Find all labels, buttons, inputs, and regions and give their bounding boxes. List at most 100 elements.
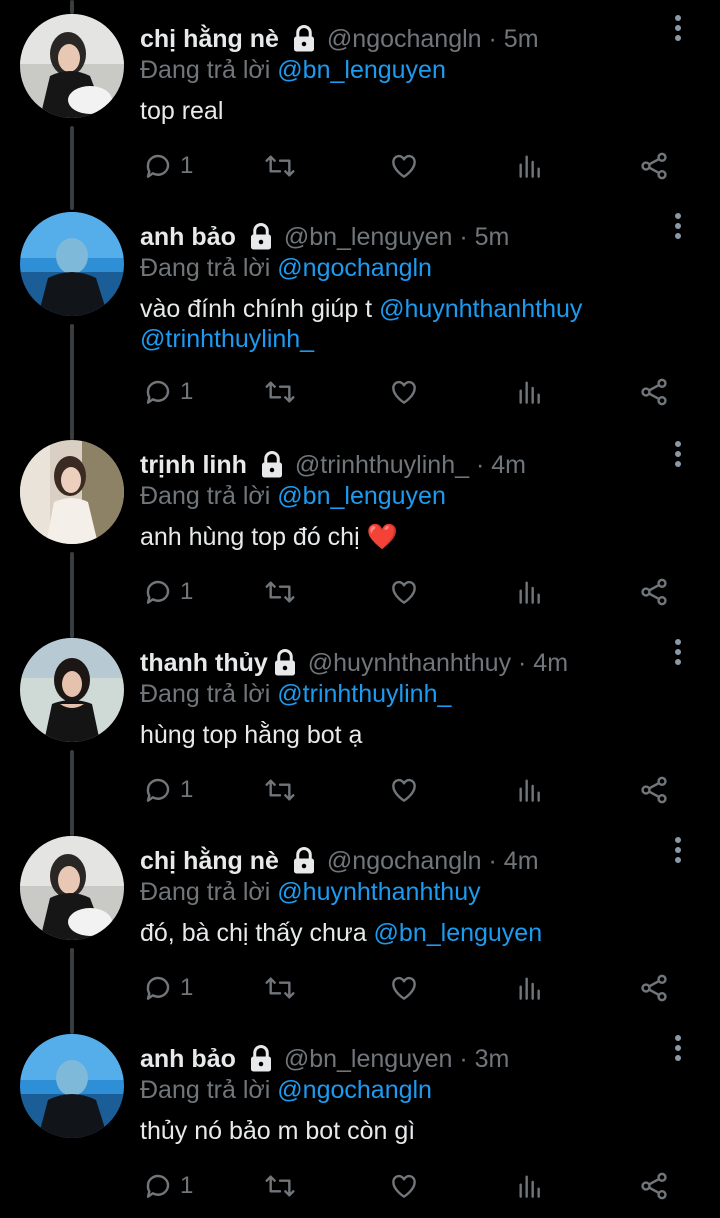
reply-icon (146, 154, 170, 178)
display-name[interactable]: anh bảo (140, 223, 236, 252)
lock-icon (246, 1044, 276, 1074)
user-handle[interactable]: @bn_lenguyen (284, 223, 453, 252)
tweet-text-body: thủy nó bảo m bot còn gì (140, 1117, 416, 1145)
views-button[interactable] (514, 374, 546, 410)
user-handle[interactable]: @huynhthanhthuy (308, 649, 511, 678)
tweet-actions: 1 (140, 374, 680, 410)
tweet[interactable]: anh bảo @bn_lenguyen · 3m Đang trả lời @… (0, 1020, 720, 1218)
replying-prefix: Đang trả lời (140, 482, 271, 510)
reply-to-mention[interactable]: @huynhthanhthuy (277, 878, 480, 906)
bar-chart-icon (519, 1175, 540, 1198)
retweet-button[interactable] (264, 574, 296, 610)
heart-icon (392, 1174, 416, 1198)
share-button[interactable] (638, 970, 670, 1006)
display-name[interactable]: thanh thủy (140, 649, 268, 678)
reply-button[interactable]: 1 (142, 970, 193, 1006)
replying-to: Đang trả lời @bn_lenguyen (140, 56, 446, 85)
reply-count: 1 (180, 578, 194, 605)
replying-to: Đang trả lời @trinhthuylinh_ (140, 680, 451, 709)
display-name[interactable]: anh bảo (140, 1045, 236, 1074)
views-button[interactable] (514, 772, 546, 808)
tweet[interactable]: trịnh linh @trinhthuylinh_ · 4m Đang trả… (0, 426, 720, 624)
like-button[interactable] (388, 772, 420, 808)
share-icon (641, 378, 667, 406)
reply-button[interactable]: 1 (142, 374, 193, 410)
share-icon (641, 152, 667, 180)
retweet-icon (265, 155, 295, 177)
share-icon (641, 974, 667, 1002)
tweet-text: top real (140, 96, 680, 126)
text-mention[interactable]: @trinhthuylinh_ (140, 325, 314, 353)
tweet-text: hùng top hằng bot ạ (140, 720, 680, 750)
share-button[interactable] (638, 148, 670, 184)
more-options-icon[interactable] (666, 634, 690, 670)
reply-button[interactable]: 1 (142, 148, 193, 184)
user-handle[interactable]: @trinhthuylinh_ (295, 451, 469, 480)
replying-to: Đang trả lời @huynhthanhthuy (140, 878, 481, 907)
more-options-icon[interactable] (666, 1030, 690, 1066)
lock-icon (289, 24, 319, 54)
tweet[interactable]: thanh thủy @huynhthanhthuy · 4m Đang trả… (0, 624, 720, 822)
replying-prefix: Đang trả lời (140, 878, 271, 906)
user-handle[interactable]: @ngochangln (327, 847, 482, 876)
avatar[interactable] (20, 14, 124, 118)
views-button[interactable] (514, 1168, 546, 1204)
like-button[interactable] (388, 574, 420, 610)
like-button[interactable] (388, 148, 420, 184)
text-mention[interactable]: @bn_lenguyen (374, 919, 543, 947)
tweet-header: anh bảo @bn_lenguyen · 3m (140, 1042, 509, 1076)
bar-chart-icon (519, 155, 540, 178)
retweet-button[interactable] (264, 1168, 296, 1204)
views-button[interactable] (514, 148, 546, 184)
retweet-button[interactable] (264, 148, 296, 184)
retweet-button[interactable] (264, 374, 296, 410)
reply-to-mention[interactable]: @ngochangln (277, 254, 432, 282)
avatar[interactable] (20, 1034, 124, 1138)
more-options-icon[interactable] (666, 832, 690, 868)
reply-to-mention[interactable]: @bn_lenguyen (277, 482, 446, 510)
text-mention[interactable]: @huynhthanhthuy (379, 295, 582, 323)
user-handle[interactable]: @ngochangln (327, 25, 482, 54)
tweet-header: trịnh linh @trinhthuylinh_ · 4m (140, 448, 526, 482)
like-button[interactable] (388, 374, 420, 410)
avatar[interactable] (20, 836, 124, 940)
more-options-icon[interactable] (666, 208, 690, 244)
tweet-actions: 1 (140, 1168, 680, 1204)
like-button[interactable] (388, 970, 420, 1006)
display-name[interactable]: trịnh linh (140, 451, 247, 480)
avatar[interactable] (20, 212, 124, 316)
reply-count: 1 (180, 776, 194, 803)
share-button[interactable] (638, 772, 670, 808)
display-name[interactable]: chị hằng nè (140, 25, 279, 54)
reply-to-mention[interactable]: @bn_lenguyen (277, 56, 446, 84)
avatar[interactable] (20, 638, 124, 742)
retweet-button[interactable] (264, 772, 296, 808)
reply-to-mention[interactable]: @trinhthuylinh_ (277, 680, 451, 708)
reply-button[interactable]: 1 (142, 1168, 193, 1204)
tweet-text-body: vào đính chính giúp t (140, 295, 380, 323)
user-handle[interactable]: @bn_lenguyen (284, 1045, 453, 1074)
share-button[interactable] (638, 374, 670, 410)
replying-to: Đang trả lời @ngochangln (140, 254, 432, 283)
like-button[interactable] (388, 1168, 420, 1204)
retweet-button[interactable] (264, 970, 296, 1006)
reply-count: 1 (180, 974, 194, 1001)
reply-button[interactable]: 1 (142, 574, 193, 610)
more-options-icon[interactable] (666, 10, 690, 46)
tweet-header: anh bảo @bn_lenguyen · 5m (140, 220, 509, 254)
views-button[interactable] (514, 574, 546, 610)
reply-button[interactable]: 1 (142, 772, 193, 808)
share-button[interactable] (638, 574, 670, 610)
tweet-actions: 1 (140, 574, 680, 610)
display-name[interactable]: chị hằng nè (140, 847, 279, 876)
share-button[interactable] (638, 1168, 670, 1204)
more-options-icon[interactable] (666, 436, 690, 472)
views-button[interactable] (514, 970, 546, 1006)
avatar[interactable] (20, 440, 124, 544)
timestamp: · 3m (459, 1044, 510, 1073)
heart-icon (392, 380, 416, 404)
reply-to-mention[interactable]: @ngochangln (277, 1076, 432, 1104)
tweet[interactable]: chị hằng nè @ngochangln · 5m Đang trả lờ… (0, 0, 720, 198)
tweet[interactable]: chị hằng nè @ngochangln · 4m Đang trả lờ… (0, 822, 720, 1020)
tweet[interactable]: anh bảo @bn_lenguyen · 5m Đang trả lời @… (0, 198, 720, 406)
